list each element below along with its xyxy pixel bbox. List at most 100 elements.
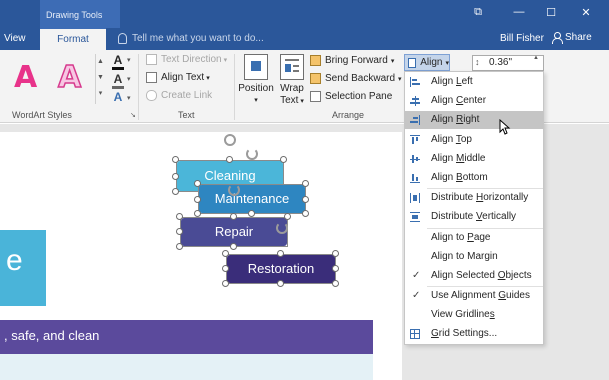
resize-handle[interactable] [194, 196, 201, 203]
tell-me-box[interactable]: Tell me what you want to do... [118, 33, 264, 44]
resize-handle[interactable] [172, 173, 179, 180]
menu-item-label: ottom [462, 172, 488, 183]
menu-item-align-bottom[interactable]: Align Bottom [405, 169, 543, 187]
menu-item-label: Align to Margin [431, 251, 498, 262]
slide-banner-footer [0, 354, 373, 380]
chevron-down-icon[interactable]: ▾ [127, 94, 131, 102]
gallery-more-icon[interactable]: ▾ [96, 86, 105, 102]
menu-item-align-middle[interactable]: Align Middle [405, 150, 543, 168]
resize-handle[interactable] [280, 156, 287, 163]
align-right-icon [410, 115, 420, 125]
create-link-button[interactable]: Create Link [146, 90, 212, 101]
minimize-icon[interactable]: — [511, 6, 527, 18]
person-icon [552, 32, 563, 44]
menu-item-align-selected-objects[interactable]: ✓ Align Selected Objects [405, 267, 543, 285]
resize-handle[interactable] [194, 180, 201, 187]
menu-item-distribute-vertically[interactable]: Distribute Vertically [405, 208, 543, 226]
menu-item-label: Align [431, 134, 456, 145]
text-outline-icon[interactable]: A [112, 72, 124, 86]
resize-handle[interactable] [222, 265, 229, 272]
resize-handle[interactable] [230, 213, 237, 220]
resize-handle[interactable] [222, 250, 229, 257]
wordart-style-2[interactable]: A [57, 59, 82, 96]
menu-item-label: iddle [464, 153, 486, 164]
resize-handle[interactable] [277, 250, 284, 257]
close-icon[interactable]: ✕ [578, 6, 594, 19]
chevron-down-icon[interactable]: ▾ [127, 56, 131, 64]
menu-item-align-left[interactable]: Align Left [405, 73, 543, 91]
menu-item-label: uides [506, 290, 530, 301]
resize-handle[interactable] [332, 280, 339, 287]
align-text-button[interactable]: Align Text ▾ [146, 72, 210, 83]
wordart-style-1[interactable]: A [14, 60, 37, 95]
position-button[interactable]: Position ▾ [238, 54, 274, 107]
menu-item-use-alignment-guides[interactable]: ✓ Use Alignment Guides [405, 287, 543, 305]
rotate-handle-icon[interactable] [246, 148, 258, 160]
rotate-handle-icon[interactable] [228, 184, 240, 196]
scroll-up-icon[interactable]: ▲ [96, 54, 105, 70]
resize-handle[interactable] [302, 180, 309, 187]
resize-handle[interactable] [222, 280, 229, 287]
resize-handle[interactable] [176, 243, 183, 250]
user-name[interactable]: Bill Fisher [500, 33, 544, 44]
maximize-icon[interactable]: ☐ [543, 6, 559, 19]
scroll-down-icon[interactable]: ▼ [96, 70, 105, 86]
menu-item-label: op [460, 134, 472, 145]
menu-item-distribute-horizontally[interactable]: Distribute Horizontally [405, 189, 543, 207]
menu-item-grid-settings[interactable]: Grid Settings... [405, 325, 543, 343]
menu-item-align-top[interactable]: Align Top [405, 131, 543, 149]
resize-handle[interactable] [332, 265, 339, 272]
text-fill-icon[interactable]: A [112, 53, 124, 67]
group-divider [138, 54, 139, 120]
selection-pane-button[interactable]: Selection Pane [310, 91, 392, 102]
resize-handle[interactable] [172, 156, 179, 163]
shape-height-icon: ↕ [475, 57, 480, 67]
selection-pane-icon [310, 91, 321, 102]
rotate-handle-icon[interactable] [224, 134, 236, 146]
resize-handle[interactable] [176, 213, 183, 220]
menu-item-align-center[interactable]: Align Center [405, 92, 543, 110]
send-backward-label: Send Backward [325, 73, 396, 84]
menu-item-view-gridlines[interactable]: View Gridlines [405, 306, 543, 324]
align-bottom-icon [410, 173, 420, 183]
align-button-label: Align [420, 57, 443, 68]
create-link-label: Create Link [161, 90, 213, 101]
shape-repair[interactable]: Repair [181, 218, 287, 246]
resize-handle[interactable] [284, 213, 291, 220]
resize-handle[interactable] [248, 210, 255, 217]
text-effects-icon[interactable]: A [112, 90, 124, 104]
bring-forward-button[interactable]: Bring Forward ▾ [310, 55, 394, 66]
menu-item-label: orizontally [483, 192, 529, 203]
resize-handle[interactable] [277, 280, 284, 287]
align-button[interactable]: Align ▾ [404, 54, 450, 71]
align-middle-icon [410, 154, 420, 164]
shape-maintenance[interactable]: Maintenance [199, 185, 305, 213]
resize-handle[interactable] [230, 243, 237, 250]
menu-item-align-to-margin[interactable]: Align to Margin [405, 248, 543, 266]
resize-handle[interactable] [332, 250, 339, 257]
align-dropdown-menu: Align Left Align Center Align Right Alig… [404, 71, 544, 345]
menu-item-align-right[interactable]: Align Right [405, 111, 543, 129]
spin-up-icon[interactable]: ▲ [533, 55, 539, 61]
resize-handle[interactable] [226, 156, 233, 163]
wrap-text-button[interactable]: Wrap Text ▾ [277, 54, 307, 108]
menu-item-hotkey: G [498, 290, 507, 301]
dialog-launcher-icon[interactable]: ↘ [130, 111, 136, 119]
menu-item-hotkey: B [456, 172, 463, 183]
tab-format[interactable]: Format [40, 28, 106, 50]
rotate-handle-icon[interactable] [276, 222, 288, 234]
tab-view[interactable]: View [4, 28, 26, 50]
share-button[interactable]: Share [552, 32, 592, 44]
resize-handle[interactable] [176, 228, 183, 235]
send-backward-button[interactable]: Send Backward ▾ [310, 73, 402, 84]
resize-handle[interactable] [302, 210, 309, 217]
text-direction-button[interactable]: Text Direction ▾ [146, 54, 227, 65]
resize-handle[interactable] [302, 196, 309, 203]
resize-handle[interactable] [172, 188, 179, 195]
menu-item-align-to-page[interactable]: Align to Page [405, 229, 543, 247]
wordart-gallery-scroll[interactable]: ▲ ▼ ▾ [95, 54, 105, 104]
ribbon-display-options-icon[interactable]: ⧉ [470, 6, 486, 19]
chevron-down-icon[interactable]: ▾ [127, 75, 131, 83]
resize-handle[interactable] [194, 210, 201, 217]
shape-restoration[interactable]: Restoration [227, 255, 335, 283]
